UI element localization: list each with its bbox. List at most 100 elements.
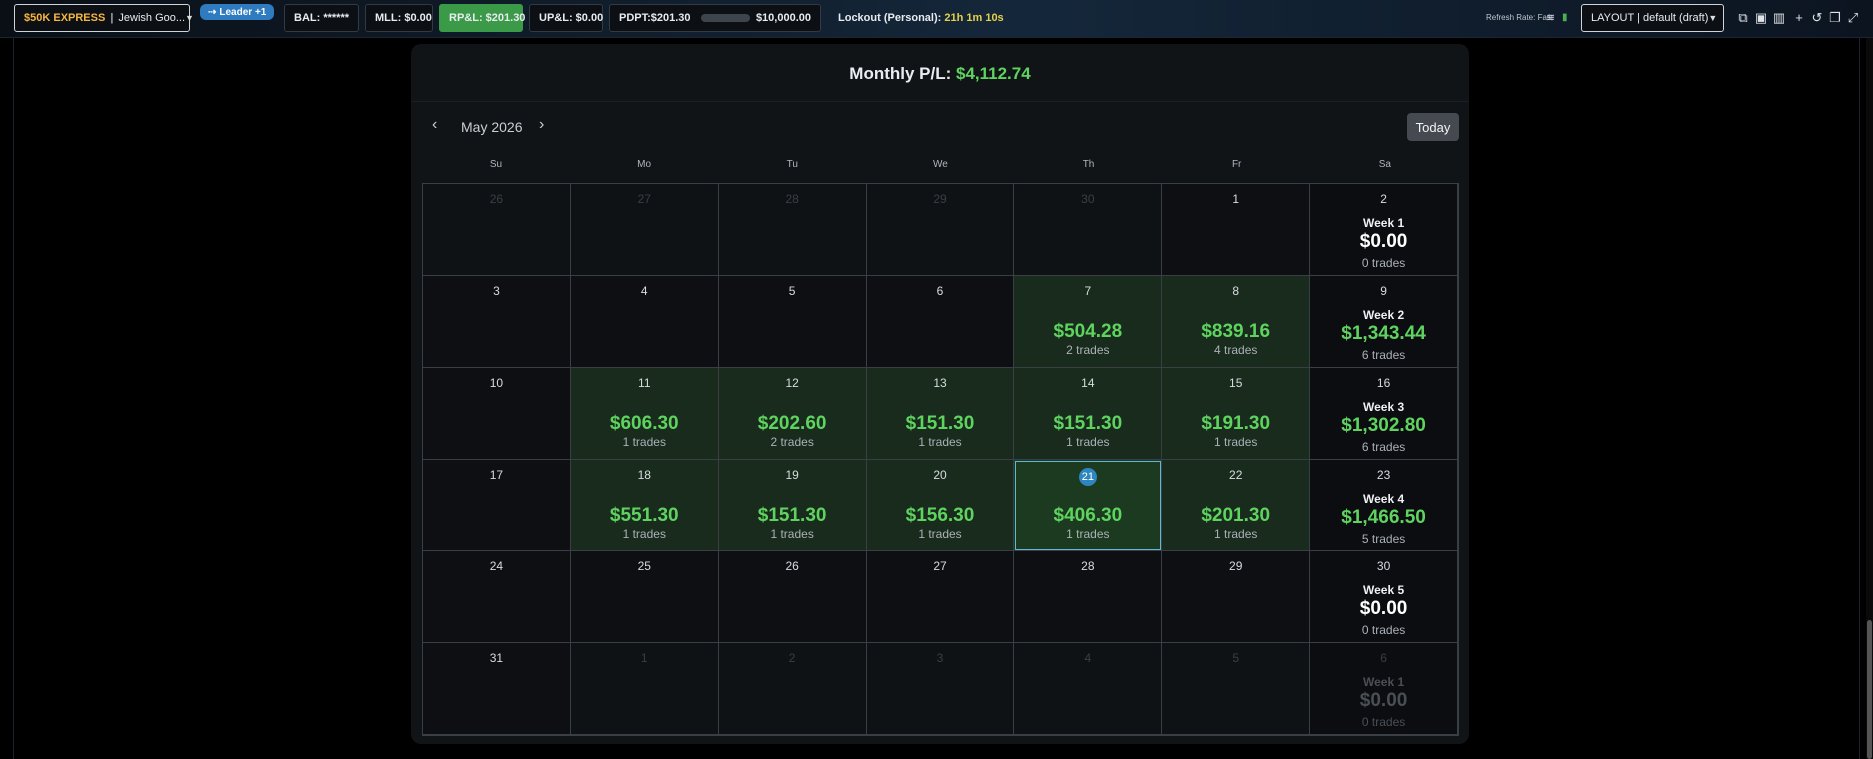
calendar-day-cell[interactable]: 22 $201.30 1 trades: [1162, 459, 1311, 552]
day-number: 29: [867, 192, 1014, 206]
day-number: 2: [719, 651, 866, 665]
day-number: 16: [1310, 376, 1457, 390]
calendar-day-cell[interactable]: 28: [718, 184, 867, 276]
today-button[interactable]: Today: [1407, 113, 1459, 141]
day-number-text: 2: [1380, 192, 1387, 206]
realized-pl-pill[interactable]: RP&L: $201.30: [439, 4, 525, 32]
day-number-text: 10: [489, 375, 504, 390]
chevron-left-icon[interactable]: ‹: [432, 116, 437, 134]
week-pl-amount: $1,343.44: [1341, 322, 1426, 344]
balance-pill[interactable]: BAL: ******: [284, 4, 359, 32]
calendar-day-cell[interactable]: 26: [718, 551, 867, 644]
calendar-day-cell[interactable]: 31: [423, 643, 571, 735]
calendar-day-cell[interactable]: 6: [866, 275, 1015, 368]
calendar-day-cell[interactable]: 25: [570, 551, 719, 644]
day-trade-count: 1 trades: [622, 434, 666, 449]
calendar-day-cell[interactable]: 30: [1014, 184, 1163, 276]
calendar-day-cell[interactable]: 11 $606.30 1 trades: [570, 367, 719, 460]
day-number: 5: [1162, 651, 1309, 665]
leader-label: Leader +1: [219, 6, 267, 18]
pdpt-pill[interactable]: PDPT:$201.30 $10,000.00: [609, 4, 821, 32]
calendar-day-cell[interactable]: 18 $551.30 1 trades: [570, 459, 719, 552]
week-summary-cell[interactable]: 30 Week 5 $0.00 0 trades: [1310, 551, 1458, 644]
day-number: 6: [867, 284, 1014, 298]
calendar-day-cell[interactable]: 29: [1162, 551, 1311, 644]
scrollbar-thumb[interactable]: [1867, 620, 1872, 759]
day-pl-amount: $201.30: [1201, 504, 1271, 526]
week-trade-count: 5 trades: [1361, 531, 1406, 546]
week-summary-cell[interactable]: 16 Week 3 $1,302.80 6 trades: [1310, 367, 1458, 460]
week-summary-cell[interactable]: 9 Week 2 $1,343.44 6 trades: [1310, 275, 1458, 368]
account-selector[interactable]: $50K EXPRESS | Jewish Goo... ▼: [14, 4, 194, 32]
calendar-day-cell[interactable]: 1: [1162, 184, 1311, 276]
day-number-text: 30: [1376, 559, 1391, 574]
chevron-down-icon: ▼: [1708, 13, 1718, 23]
calendar-day-cell[interactable]: 26: [423, 184, 571, 276]
calendar-day-cell[interactable]: 21 $406.30 1 trades: [1014, 459, 1163, 552]
day-number-text: 7: [1084, 283, 1092, 298]
unrealized-pl-pill[interactable]: UP&L: $0.00: [529, 4, 603, 32]
calendar-day-cell[interactable]: 29: [866, 184, 1015, 276]
day-number-text: 26: [785, 559, 799, 574]
week-summary-cell[interactable]: 6 Week 1 $0.00 0 trades: [1310, 643, 1458, 735]
calendar-day-cell[interactable]: 19 $151.30 1 trades: [718, 459, 867, 552]
day-trade-count: 1 trades: [1066, 434, 1110, 449]
week-summary-cell[interactable]: 23 Week 4 $1,466.50 5 trades: [1310, 459, 1458, 552]
trash-icon[interactable]: ▥: [1771, 10, 1787, 26]
calendar-day-cell[interactable]: 24: [423, 551, 571, 644]
refresh-rate-label: Refresh Rate: Fast: [1486, 13, 1554, 22]
calendar-day-cell[interactable]: 7 $504.28 2 trades: [1014, 275, 1163, 368]
day-number: 8: [1162, 284, 1309, 298]
calendar-day-cell[interactable]: 1: [570, 643, 719, 735]
day-trade-count: 4 trades: [1214, 342, 1258, 357]
day-pl-amount: $202.60: [757, 412, 827, 434]
day-number: 10: [423, 376, 570, 390]
day-number-text: 28: [785, 192, 799, 206]
add-icon[interactable]: +: [1791, 10, 1807, 25]
day-number-text: 29: [1229, 559, 1243, 574]
calendar-day-cell[interactable]: 27: [866, 551, 1015, 644]
day-pl-amount: $551.30: [609, 504, 679, 526]
frame-left-border: [13, 38, 14, 759]
copy-layout-icon[interactable]: ⧉: [1735, 10, 1751, 26]
day-number: 5: [719, 284, 866, 298]
day-number: 15: [1162, 376, 1309, 390]
calendar-day-cell[interactable]: 15 $191.30 1 trades: [1162, 367, 1311, 460]
calendar-day-cell[interactable]: 4: [570, 275, 719, 368]
calendar-day-cell[interactable]: 27: [570, 184, 719, 276]
calendar-day-cell[interactable]: 10: [423, 367, 571, 460]
day-number: 4: [571, 284, 718, 298]
weekday-header: We: [932, 159, 948, 170]
calendar-day-cell[interactable]: 20 $156.30 1 trades: [866, 459, 1015, 552]
day-number-text: 1: [1232, 192, 1240, 206]
calendar-day-cell[interactable]: 4: [1014, 643, 1163, 735]
mll-pill[interactable]: MLL: $0.00: [365, 4, 433, 32]
calendar-day-cell[interactable]: 17: [423, 459, 571, 552]
window-icon[interactable]: ❐: [1827, 10, 1843, 26]
fullscreen-icon[interactable]: ⤢: [1845, 10, 1861, 26]
day-number-text: 30: [1081, 192, 1095, 206]
calendar-day-cell[interactable]: 2: [718, 643, 867, 735]
calendar-day-cell[interactable]: 13 $151.30 1 trades: [866, 367, 1015, 460]
day-number-text: 14: [1081, 375, 1095, 390]
calendar-day-cell[interactable]: 14 $151.30 1 trades: [1014, 367, 1163, 460]
week-trade-count: 0 trades: [1361, 623, 1406, 638]
save-icon[interactable]: ▣: [1753, 10, 1769, 26]
calendar-day-cell[interactable]: 8 $839.16 4 trades: [1162, 275, 1311, 368]
calendar-day-cell[interactable]: 3: [423, 275, 571, 368]
monthly-pl-label: Monthly P/L:: [849, 64, 952, 83]
week-label: Week 1: [1363, 216, 1405, 230]
leader-badge[interactable]: ⇢ Leader +1: [200, 4, 275, 20]
week-summary-cell[interactable]: 2 Week 1 $0.00 0 trades: [1310, 184, 1458, 276]
layout-selector[interactable]: LAYOUT | default (draft) ▼: [1581, 4, 1724, 32]
calendar-day-cell[interactable]: 5: [1162, 643, 1311, 735]
calendar-day-cell[interactable]: 28: [1014, 551, 1163, 644]
day-pl-amount: $191.30: [1201, 412, 1271, 434]
day-number: 14: [1014, 376, 1161, 390]
calendar-day-cell[interactable]: 3: [866, 643, 1015, 735]
undo-icon[interactable]: ↺: [1809, 10, 1825, 26]
calendar-day-cell[interactable]: 5: [718, 275, 867, 368]
chevron-right-icon[interactable]: ›: [539, 116, 544, 134]
day-number: 28: [1014, 559, 1161, 573]
calendar-day-cell[interactable]: 12 $202.60 2 trades: [718, 367, 867, 460]
